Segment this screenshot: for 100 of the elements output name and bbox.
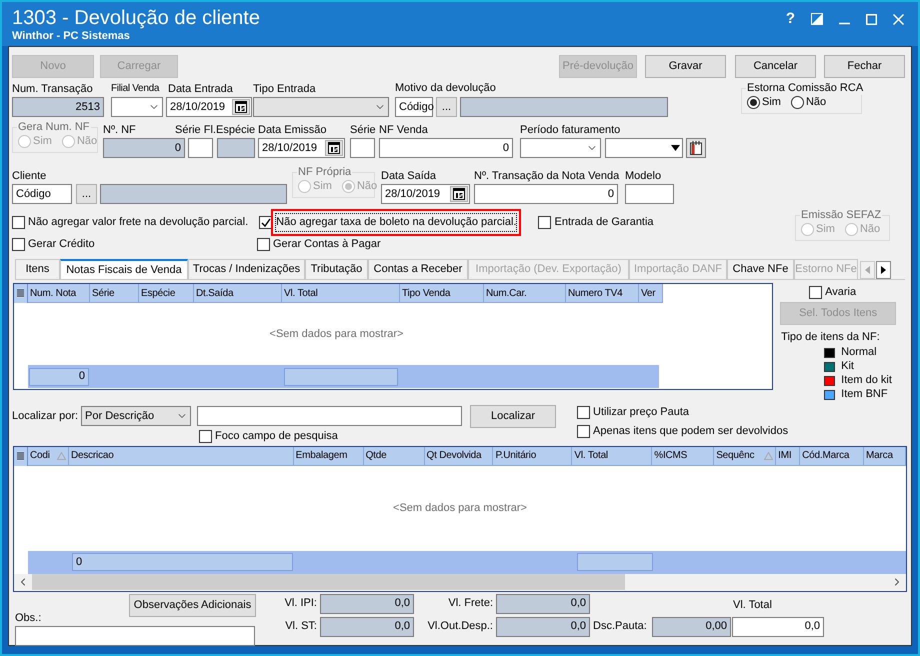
input-field[interactable]: 0 [103, 138, 185, 158]
maximize-icon[interactable] [866, 14, 877, 25]
column-header[interactable]: Codi [28, 446, 69, 466]
dropdown[interactable] [111, 97, 163, 117]
input-field[interactable]: 2513 [12, 97, 104, 117]
horizontal-scrollbar[interactable] [14, 574, 906, 590]
column-header[interactable]: Sequênc [714, 446, 776, 466]
total-label: Vl. ST: [284, 619, 318, 634]
sort-icon [764, 452, 774, 460]
column-header[interactable]: Marca [864, 446, 906, 466]
field-label: Série [350, 123, 376, 138]
radio-button[interactable] [747, 96, 760, 109]
input-field[interactable]: Código [12, 184, 72, 204]
input-field[interactable] [188, 138, 213, 158]
column-header[interactable]: Descricao [68, 446, 294, 466]
dropdown[interactable] [253, 97, 389, 117]
column-header[interactable]: Tipo Venda [400, 284, 484, 303]
column-chooser-icon[interactable] [14, 446, 28, 466]
column-header[interactable]: Qt Devolvida [424, 446, 494, 466]
lookup-button[interactable]: ... [76, 184, 97, 204]
checkbox[interactable] [12, 238, 25, 251]
search-field[interactable] [197, 406, 462, 426]
input-field[interactable]: 0 [474, 184, 618, 204]
checkbox-label: Gerar Contas à Pagar [273, 237, 381, 252]
checkbox[interactable] [577, 425, 590, 438]
field-label: Nº. NF [103, 123, 136, 138]
radio-button[interactable] [790, 96, 804, 109]
date-field[interactable]: 28/10/2019 [381, 184, 470, 204]
dropdown[interactable] [520, 138, 601, 158]
date-field[interactable]: 28/10/2019 [258, 138, 345, 158]
tab[interactable]: Itens [15, 259, 60, 279]
field-label: Cliente [12, 169, 46, 184]
summary-cell: 0 [29, 368, 89, 386]
calendar-button[interactable] [686, 138, 706, 158]
input-field[interactable]: 0,00 [652, 616, 731, 636]
column-header[interactable]: %ICMS [652, 446, 714, 466]
checkbox[interactable] [809, 286, 822, 298]
button[interactable]: Observações Adicionais [129, 594, 256, 616]
column-header[interactable]: Num. Nota [28, 284, 90, 303]
column-header[interactable]: Vl. Total [572, 446, 652, 466]
column-header[interactable]: Numero TV4 [566, 284, 639, 303]
field-label: Filial Venda [111, 82, 160, 96]
restore-icon[interactable] [811, 13, 823, 26]
button[interactable]: Cancelar [735, 55, 816, 78]
column-header[interactable]: Ver [639, 284, 663, 303]
input-field[interactable] [350, 138, 375, 158]
input-field[interactable] [625, 184, 674, 204]
lookup-button[interactable]: ... [436, 97, 457, 117]
tab[interactable]: Notas Fiscais de Venda [60, 259, 188, 279]
input-field[interactable]: 0,0 [320, 616, 414, 636]
scroll-right-button[interactable] [876, 261, 891, 279]
input-field[interactable]: 0,0 [496, 594, 590, 614]
input-field[interactable]: Código [395, 97, 433, 117]
calendar-icon [453, 188, 465, 200]
input-field[interactable] [217, 138, 255, 158]
column-header[interactable]: Dt.Saída [194, 284, 282, 303]
checkbox[interactable] [538, 216, 552, 229]
group-label: Gera Num. NF [17, 121, 91, 134]
total-label: Vl. Total [733, 598, 773, 612]
button[interactable]: Fechar [824, 55, 905, 78]
column-header[interactable]: Vl. Total [282, 284, 400, 303]
radio-label: Sim [33, 134, 52, 150]
checkbox[interactable] [12, 216, 25, 229]
date-field[interactable]: 28/10/2019 [166, 97, 252, 117]
column-header[interactable]: Espécie [139, 284, 194, 303]
checkbox[interactable] [199, 430, 212, 443]
help-button[interactable]: ? [786, 8, 795, 30]
column-header[interactable]: P.Unitário [493, 446, 572, 466]
total-field[interactable]: 0,0 [732, 616, 824, 636]
dropdown[interactable]: Por Descrição [81, 406, 192, 426]
obs-field[interactable] [15, 626, 255, 646]
input-field[interactable]: 0,0 [496, 616, 590, 636]
field-label: Série Fl. [175, 123, 216, 138]
column-header[interactable]: Num.Car. [484, 284, 566, 303]
button[interactable]: Gravar [645, 55, 726, 78]
checkbox[interactable] [257, 238, 270, 251]
checkbox-label: Avaria [825, 284, 856, 300]
checkbox[interactable] [577, 406, 590, 419]
tab[interactable]: Contas a Receber [368, 259, 468, 279]
tab[interactable]: Tributação [305, 259, 368, 279]
tab[interactable]: Chave NFe [727, 259, 794, 279]
input-field[interactable] [460, 97, 668, 117]
radio-label: Não [356, 179, 378, 194]
input-field[interactable]: 0 [379, 138, 513, 158]
triangle-right-icon [881, 266, 886, 274]
input-field[interactable]: 0,0 [320, 594, 414, 614]
column-header[interactable]: IMI [776, 446, 800, 466]
field-label: Motivo da devolução [395, 81, 496, 96]
column-chooser-icon[interactable] [14, 284, 28, 303]
close-icon[interactable] [893, 14, 904, 25]
column-header[interactable]: Embalagem [294, 446, 364, 466]
column-header[interactable]: Qtde [364, 446, 425, 466]
radio-label: Não [860, 222, 880, 238]
tab[interactable]: Trocas / Indenizações [188, 259, 305, 279]
button[interactable]: Localizar [470, 404, 556, 428]
checkbox[interactable] [259, 216, 272, 229]
column-header[interactable]: Cód.Marca [800, 446, 864, 466]
input-field[interactable] [100, 184, 287, 204]
column-header[interactable]: Série [90, 284, 139, 303]
combo-field[interactable] [605, 138, 683, 158]
